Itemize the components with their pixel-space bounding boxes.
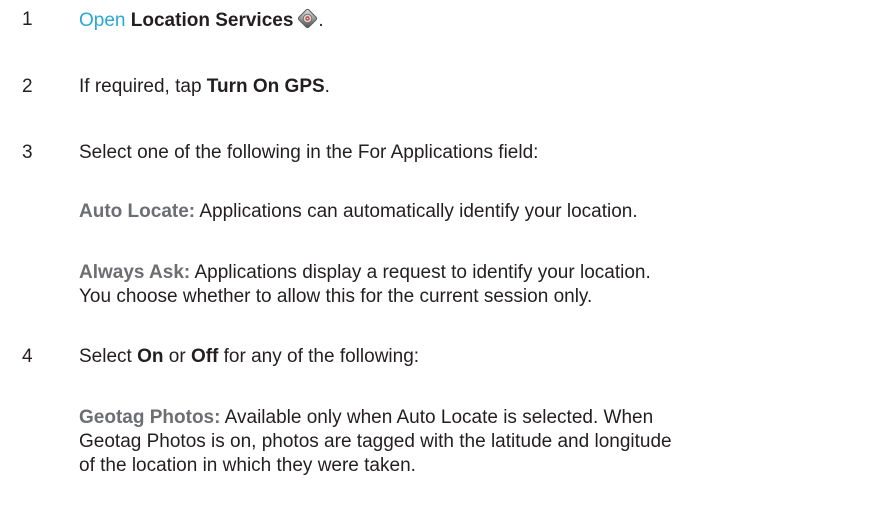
step-text: If required, tap Turn On GPS. bbox=[79, 75, 330, 99]
step-2-period: . bbox=[324, 76, 330, 97]
step-1-period: . bbox=[318, 10, 324, 31]
step-number: 3 bbox=[22, 142, 33, 163]
option-always-ask: Always Ask: Applications display a reque… bbox=[79, 261, 859, 309]
option-description: Applications display a request to identi… bbox=[190, 262, 651, 283]
option-term: Geotag Photos: bbox=[79, 407, 221, 428]
step-4-middle: or bbox=[163, 346, 191, 367]
step-text: Select On or Off for any of the followin… bbox=[79, 345, 419, 369]
step-2-prefix: If required, tap bbox=[79, 76, 207, 97]
option-geotag-photos: Geotag Photos: Available only when Auto … bbox=[79, 406, 859, 478]
option-line-2: You choose whether to allow this for the… bbox=[79, 286, 593, 307]
option-description: Applications can automatically identify … bbox=[195, 201, 638, 222]
location-services-icon bbox=[297, 8, 318, 36]
step-4-prefix: Select bbox=[79, 346, 138, 367]
option-line-3: of the location in which they were taken… bbox=[79, 455, 416, 476]
option-line-1: Always Ask: Applications display a reque… bbox=[79, 261, 859, 285]
option-line-2: Geotag Photos is on, photos are tagged w… bbox=[79, 431, 672, 452]
step-text: Select one of the following in the For A… bbox=[79, 142, 539, 163]
option-description: Available only when Auto Locate is selec… bbox=[220, 407, 654, 428]
step-number: 1 bbox=[22, 9, 33, 30]
option-term: Always Ask: bbox=[79, 262, 191, 283]
location-services-label: Location Services bbox=[130, 10, 294, 31]
step-text: Open Location Services. bbox=[79, 8, 324, 36]
open-link[interactable]: Open bbox=[79, 10, 125, 31]
on-label: On bbox=[137, 346, 164, 367]
step-number: 2 bbox=[22, 76, 33, 97]
turn-on-gps-label: Turn On GPS bbox=[206, 76, 325, 97]
option-term: Auto Locate: bbox=[79, 201, 196, 222]
option-line-1: Geotag Photos: Available only when Auto … bbox=[79, 406, 859, 430]
step-4-suffix: for any of the following: bbox=[218, 346, 420, 367]
step-number: 4 bbox=[22, 346, 33, 367]
off-label: Off bbox=[190, 346, 219, 367]
option-auto-locate: Auto Locate: Applications can automatica… bbox=[79, 200, 859, 224]
